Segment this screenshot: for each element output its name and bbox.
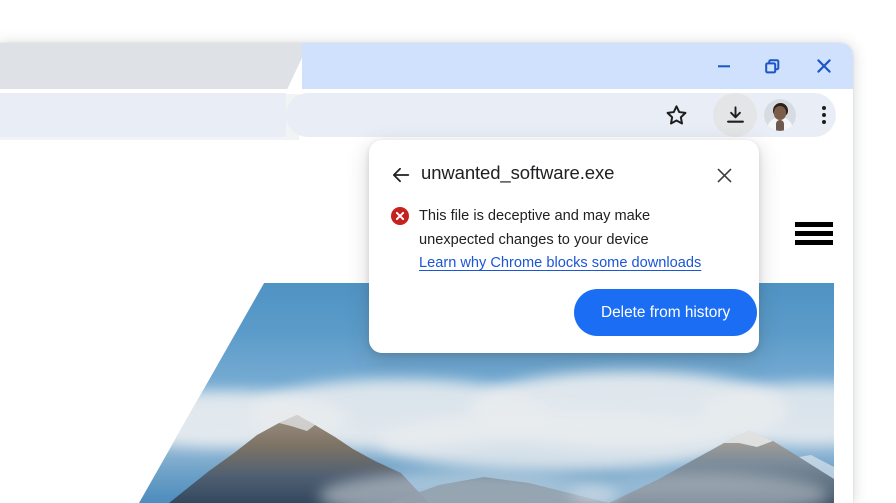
hamburger-menu-icon bbox=[795, 222, 833, 227]
bookmark-star-button[interactable] bbox=[658, 97, 694, 133]
bubble-close-button[interactable] bbox=[712, 163, 736, 187]
star-outline-icon bbox=[666, 104, 686, 125]
close-icon bbox=[717, 168, 731, 182]
delete-from-history-button[interactable]: Delete from history bbox=[574, 289, 758, 336]
bubble-warning-message: This file is deceptive and may make unex… bbox=[419, 208, 651, 248]
minimize-icon bbox=[718, 65, 730, 68]
download-icon bbox=[726, 105, 744, 123]
download-tray-button[interactable] bbox=[713, 93, 757, 137]
close-icon bbox=[817, 59, 831, 73]
restore-button[interactable] bbox=[755, 49, 789, 83]
learn-why-chrome-blocks-link[interactable]: Learn why Chrome blocks some downloads bbox=[419, 255, 701, 271]
bubble-back-button[interactable] bbox=[388, 162, 414, 188]
omnibox-left-extension bbox=[0, 93, 286, 137]
chrome-menu-button[interactable] bbox=[807, 97, 841, 133]
site-hamburger-menu-button[interactable] bbox=[795, 222, 833, 246]
bubble-title: unwanted_software.exe bbox=[421, 162, 615, 183]
close-window-button[interactable] bbox=[807, 49, 841, 83]
back-arrow-icon bbox=[392, 167, 410, 183]
error-circle-icon bbox=[390, 206, 410, 226]
three-dot-menu-icon bbox=[822, 105, 826, 126]
profile-avatar-button[interactable] bbox=[764, 99, 796, 131]
minimize-button[interactable] bbox=[707, 49, 741, 83]
download-warning-bubble: unwanted_software.exe This file is decep… bbox=[369, 140, 759, 353]
tab-strip bbox=[0, 43, 853, 89]
avatar-icon bbox=[764, 99, 796, 131]
restore-icon bbox=[764, 58, 779, 73]
tab-strip-inactive-region bbox=[0, 43, 309, 89]
